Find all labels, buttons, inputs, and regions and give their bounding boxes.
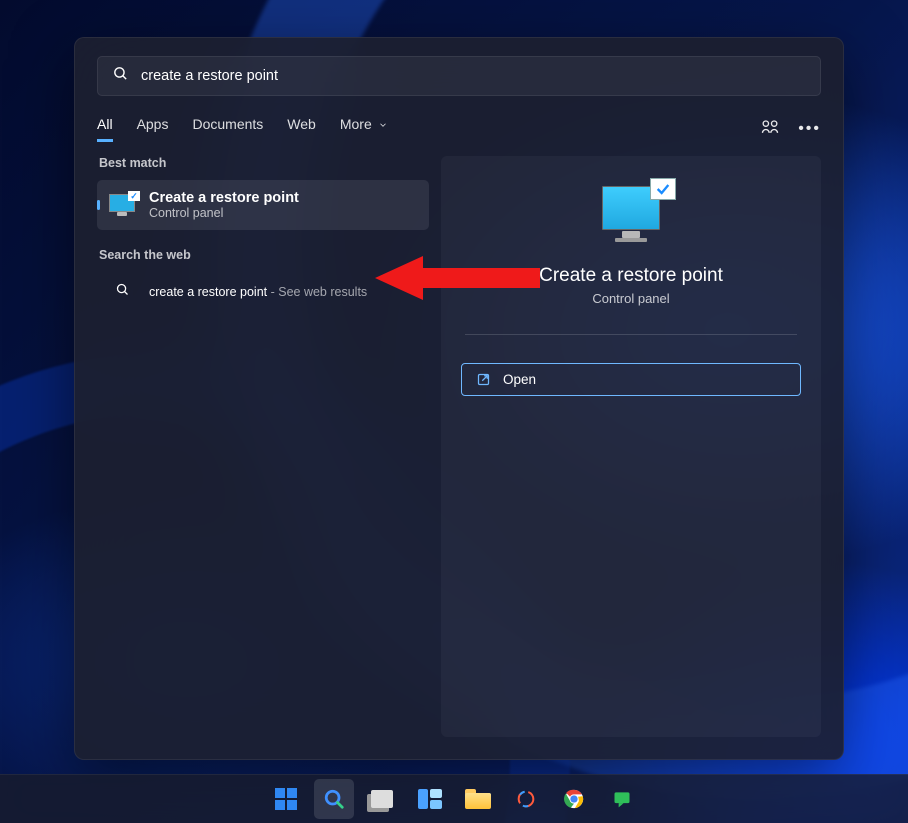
widgets-icon bbox=[418, 789, 442, 809]
tab-all[interactable]: All bbox=[97, 116, 113, 142]
taskbar-chrome[interactable] bbox=[554, 779, 594, 819]
taskbar-app-2[interactable] bbox=[602, 779, 642, 819]
taskbar-file-explorer[interactable] bbox=[458, 779, 498, 819]
tab-apps[interactable]: Apps bbox=[137, 116, 169, 142]
result-create-restore-point[interactable]: ✓ Create a restore point Control panel bbox=[97, 180, 429, 230]
tab-web[interactable]: Web bbox=[287, 116, 316, 142]
folder-icon bbox=[465, 789, 491, 809]
result-source: Control panel bbox=[149, 206, 299, 220]
chevron-right-icon bbox=[405, 283, 417, 301]
search-icon bbox=[323, 788, 345, 810]
taskview-icon bbox=[371, 790, 393, 808]
quick-settings-icon[interactable] bbox=[760, 118, 780, 141]
result-title: Create a restore point bbox=[149, 190, 299, 206]
divider bbox=[465, 334, 797, 335]
result-details-pane: Create a restore point Control panel Ope… bbox=[441, 156, 821, 737]
taskbar-taskview-button[interactable] bbox=[362, 779, 402, 819]
results-list: Best match ✓ Create a restore point Cont… bbox=[97, 156, 429, 737]
search-icon bbox=[109, 282, 135, 302]
taskbar-widgets-button[interactable] bbox=[410, 779, 450, 819]
circle-app-icon bbox=[515, 788, 537, 810]
detail-subtitle: Control panel bbox=[461, 291, 801, 306]
open-button[interactable]: Open bbox=[461, 363, 801, 396]
web-result-text: create a restore point - See web results bbox=[149, 285, 367, 299]
start-button[interactable] bbox=[266, 779, 306, 819]
chrome-icon bbox=[563, 788, 585, 810]
tab-more[interactable]: More bbox=[340, 116, 388, 142]
control-panel-icon bbox=[602, 186, 660, 230]
search-input[interactable] bbox=[139, 67, 806, 85]
windows-logo-icon bbox=[275, 788, 297, 810]
control-panel-icon: ✓ bbox=[109, 194, 135, 216]
open-external-icon bbox=[476, 372, 491, 387]
web-result-row[interactable]: create a restore point - See web results bbox=[97, 272, 429, 312]
search-web-label: Search the web bbox=[99, 248, 429, 262]
detail-title: Create a restore point bbox=[461, 265, 801, 287]
chevron-down-icon bbox=[378, 120, 388, 130]
more-options-icon[interactable]: ••• bbox=[798, 120, 821, 138]
start-search-panel: All Apps Documents Web More ••• Best mat… bbox=[74, 37, 844, 760]
best-match-label: Best match bbox=[99, 156, 429, 170]
taskbar-app-1[interactable] bbox=[506, 779, 546, 819]
taskbar bbox=[0, 774, 908, 823]
filter-tabs-row: All Apps Documents Web More ••• bbox=[97, 116, 821, 142]
tab-documents[interactable]: Documents bbox=[192, 116, 263, 142]
search-icon bbox=[112, 65, 129, 87]
taskbar-search-button[interactable] bbox=[314, 779, 354, 819]
search-box[interactable] bbox=[97, 56, 821, 96]
chat-app-icon bbox=[612, 789, 632, 809]
